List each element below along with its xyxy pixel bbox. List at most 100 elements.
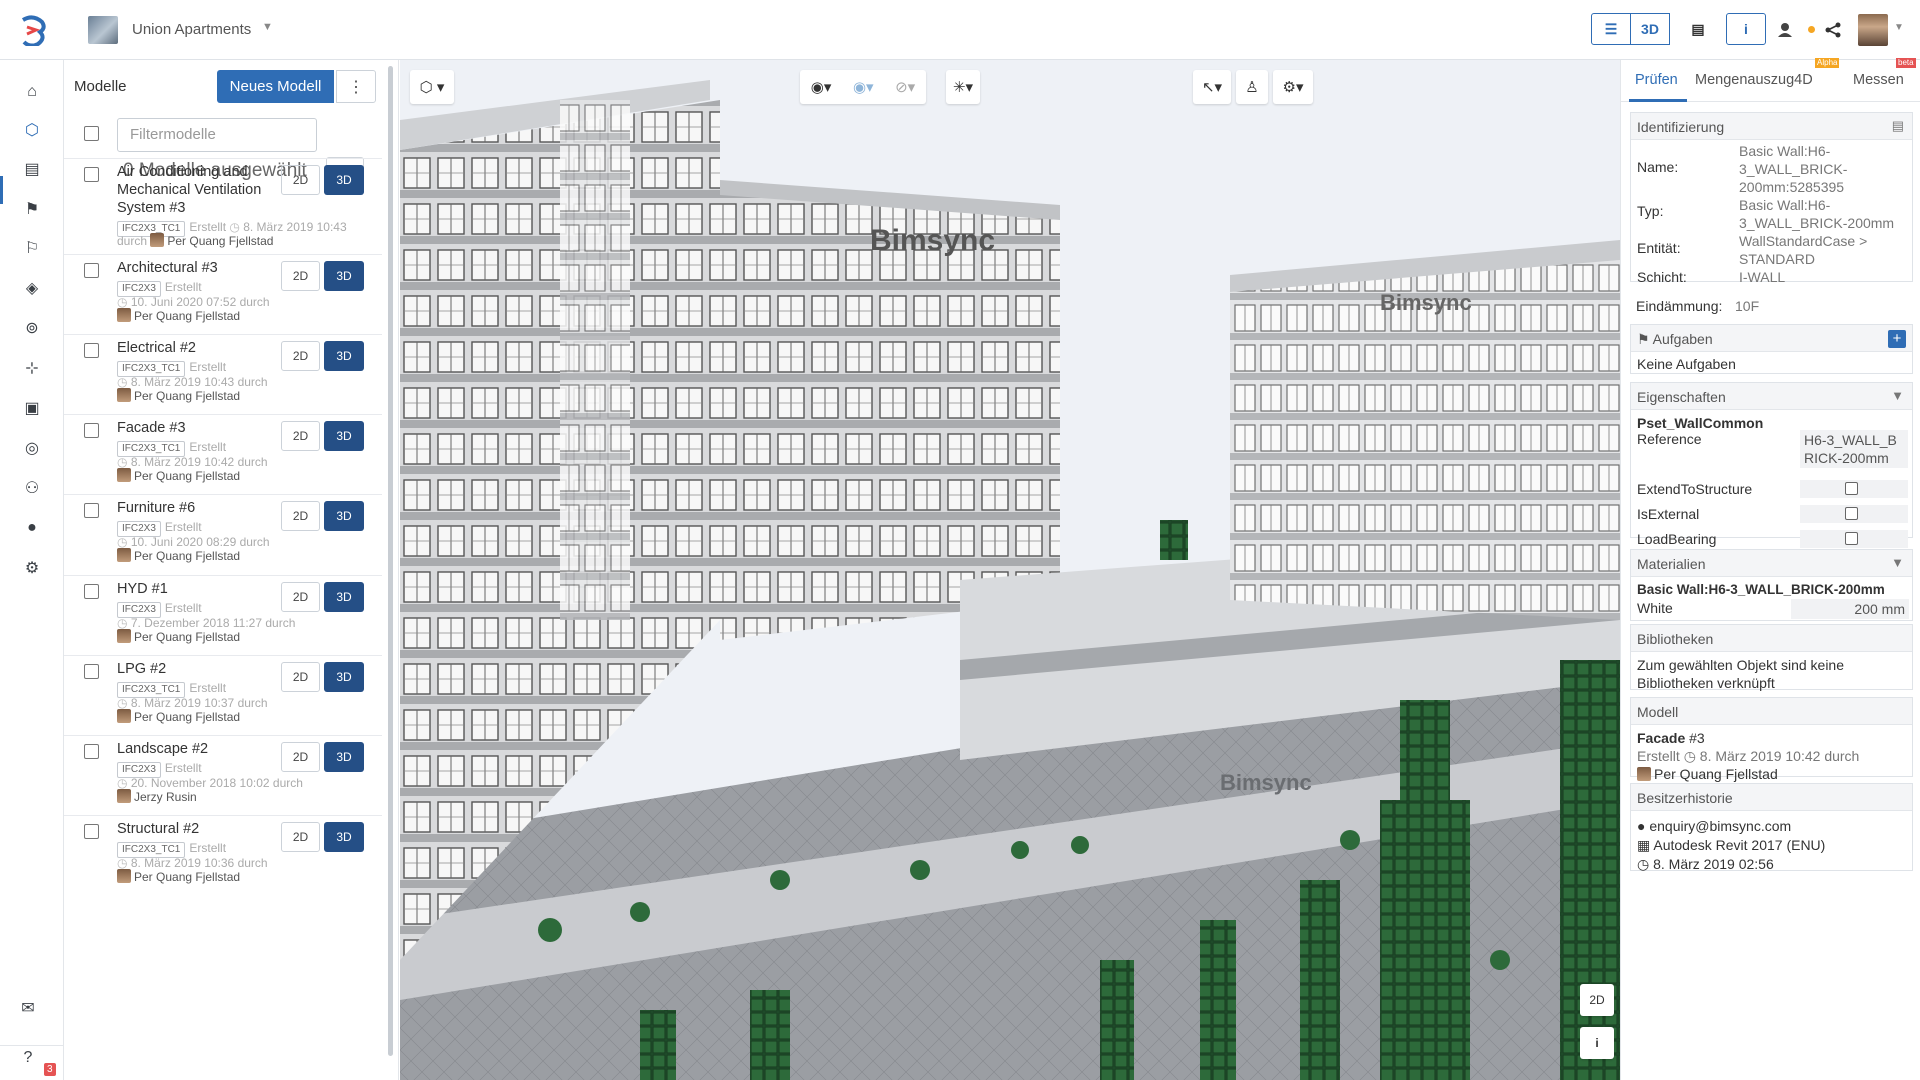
open-3d-button[interactable]: 3D [324, 582, 364, 612]
mail-icon[interactable]: ✉ [16, 996, 40, 1020]
more-options-button[interactable]: ⋮ [336, 70, 376, 103]
flag-icon[interactable]: ⚐ [20, 236, 44, 260]
model-name[interactable]: HYD #1 [117, 580, 277, 598]
tab-mengenauszug4d[interactable]: Mengenauszug4D [1695, 72, 1813, 88]
model-name[interactable]: LPG #2 [117, 660, 277, 678]
model-name[interactable]: Landscape #2 [117, 740, 277, 758]
model-checkbox[interactable] [84, 584, 99, 599]
open-3d-button[interactable]: 3D [324, 662, 364, 692]
add-task-button[interactable]: + [1888, 330, 1906, 348]
3d-view-button[interactable]: 3D [1630, 13, 1670, 45]
dashboard-icon[interactable]: ⌂ [20, 80, 44, 104]
eye-hidden-icon[interactable]: ⊘▾ [895, 78, 915, 96]
bimsync-logo[interactable] [18, 14, 48, 46]
scrollbar[interactable] [388, 66, 393, 1056]
help-icon[interactable]: ? [16, 1046, 40, 1070]
team-icon[interactable]: ⚇ [20, 476, 44, 500]
model-name[interactable]: Electrical #2 [117, 339, 277, 357]
collapse-icon[interactable]: ▤ [1892, 118, 1904, 134]
open-3d-button[interactable]: 3D [324, 742, 364, 772]
project-name[interactable]: Union Apartments [132, 21, 251, 38]
model-name[interactable]: Architectural #3 [117, 259, 277, 277]
info-button[interactable]: i [1580, 1027, 1614, 1059]
open-3d-button[interactable]: 3D [324, 822, 364, 852]
model-checkbox[interactable] [84, 503, 99, 518]
open-2d-button[interactable]: 2D [281, 662, 320, 692]
open-2d-button[interactable]: 2D [281, 822, 320, 852]
globe-icon[interactable]: ◎ [20, 436, 44, 460]
list-item[interactable]: Structural #2 IFC2X3_TC1 Erstellt ◷ 8. März… [64, 815, 382, 895]
split-view-button[interactable]: ▤ [1678, 13, 1718, 45]
model-checkbox[interactable] [84, 343, 99, 358]
issues-icon[interactable]: ⚑ [20, 197, 44, 221]
model-checkbox[interactable] [84, 423, 99, 438]
tag-icon[interactable]: ◈ [20, 276, 44, 300]
user-icon[interactable] [1770, 16, 1800, 44]
model-name[interactable]: Air Conditioning and Mechanical Ventilat… [117, 163, 277, 217]
user-avatar[interactable] [1858, 14, 1888, 46]
explode-tool[interactable]: ✳▾ [946, 70, 980, 104]
list-view-button[interactable]: ☰ [1591, 13, 1631, 45]
link-icon[interactable]: ⊚ [20, 316, 44, 340]
tab-messen[interactable]: Messen [1853, 72, 1904, 88]
building-model-render[interactable]: Bimsync Bimsync Bimsync [400, 60, 1620, 1080]
model-name[interactable]: Furniture #6 [117, 499, 277, 517]
open-3d-button[interactable]: 3D [324, 341, 364, 371]
archive-icon[interactable]: ▣ [20, 396, 44, 420]
chevron-down-icon[interactable]: ▼ [262, 21, 273, 33]
model-checkbox[interactable] [84, 263, 99, 278]
owner-history-header[interactable]: Besitzerhistorie [1631, 784, 1912, 811]
list-item[interactable]: Electrical #2 IFC2X3_TC1 Erstellt ◷ 8. März… [64, 334, 382, 414]
properties-header[interactable]: Eigenschaften ▼ [1631, 383, 1912, 410]
libraries-header[interactable]: Bibliotheken [1631, 625, 1912, 652]
eye-icon[interactable]: ◉▾ [811, 78, 832, 96]
list-item[interactable]: Landscape #2 IFC2X3 Erstellt ◷ 20. November… [64, 735, 382, 815]
info-view-button[interactable]: i [1726, 13, 1766, 45]
filter-models-input[interactable]: Filtermodelle [117, 118, 317, 152]
filter-icon[interactable]: ▼ [1891, 388, 1904, 403]
model-checkbox[interactable] [84, 744, 99, 759]
hierarchy-icon[interactable]: ⊹ [20, 356, 44, 380]
chevron-down-icon[interactable]: ▼ [1894, 22, 1904, 33]
open-3d-button[interactable]: 3D [324, 261, 364, 291]
model-checkbox[interactable] [84, 167, 99, 182]
model-header[interactable]: Modell [1631, 698, 1912, 725]
open-2d-button[interactable]: 2D [281, 165, 320, 195]
models-icon[interactable]: ⬡ [20, 118, 44, 142]
eye-transparent-icon[interactable]: ◉▾ [853, 78, 874, 96]
list-item[interactable]: Furniture #6 IFC2X3 Erstellt ◷ 10. Juni 202… [64, 494, 382, 574]
model-name[interactable]: Facade [1637, 730, 1685, 746]
materials-header[interactable]: Materialien ▼ [1631, 550, 1912, 577]
list-item[interactable]: HYD #1 IFC2X3 Erstellt ◷ 7. Dezember 2018 1… [64, 575, 382, 655]
settings-gear-icon[interactable]: ⚙▾ [1273, 70, 1313, 104]
open-2d-button[interactable]: 2D [281, 582, 320, 612]
project-thumbnail[interactable] [88, 16, 118, 44]
identification-header[interactable]: Identifizierung ▤ [1631, 113, 1912, 140]
list-item[interactable]: Air Conditioning and Mechanical Ventilat… [64, 158, 382, 254]
model-checkbox[interactable] [84, 824, 99, 839]
model-tree-dropdown[interactable]: ⬡ ▾ [410, 70, 454, 104]
open-2d-button[interactable]: 2D [281, 341, 320, 371]
model-checkbox[interactable] [84, 664, 99, 679]
open-3d-button[interactable]: 3D [324, 165, 364, 195]
tab-pruefen[interactable]: Prüfen [1635, 72, 1678, 88]
open-2d-button[interactable]: 2D [281, 742, 320, 772]
filter-icon[interactable]: ▼ [1891, 555, 1904, 570]
select-tool[interactable]: ↖▾ [1193, 70, 1231, 104]
user-icon[interactable]: ● [20, 516, 44, 540]
gear-icon[interactable]: ⚙ [20, 556, 44, 580]
open-2d-button[interactable]: 2D [281, 501, 320, 531]
list-item[interactable]: Architectural #3 IFC2X3 Erstellt ◷ 10. Juni… [64, 254, 382, 334]
open-2d-button[interactable]: 2D [281, 261, 320, 291]
list-item[interactable]: LPG #2 IFC2X3_TC1 Erstellt ◷ 8. März 2019 1… [64, 655, 382, 735]
open-3d-button[interactable]: 3D [324, 421, 364, 451]
model-name[interactable]: Structural #2 [117, 820, 277, 838]
database-icon[interactable]: ▤ [20, 157, 44, 181]
2d-toggle-button[interactable]: 2D [1580, 984, 1614, 1016]
person-view-tool[interactable]: ♙ [1236, 70, 1268, 104]
3d-viewer[interactable]: Bimsync Bimsync Bimsync ⬡ ▾ ◉▾ ◉▾ ⊘▾ ✳▾ … [400, 60, 1620, 1080]
share-icon[interactable] [1818, 16, 1848, 44]
new-model-button[interactable]: Neues Modell [217, 70, 334, 103]
open-3d-button[interactable]: 3D [324, 501, 364, 531]
tasks-header[interactable]: ⚑ Aufgaben + [1631, 325, 1912, 352]
